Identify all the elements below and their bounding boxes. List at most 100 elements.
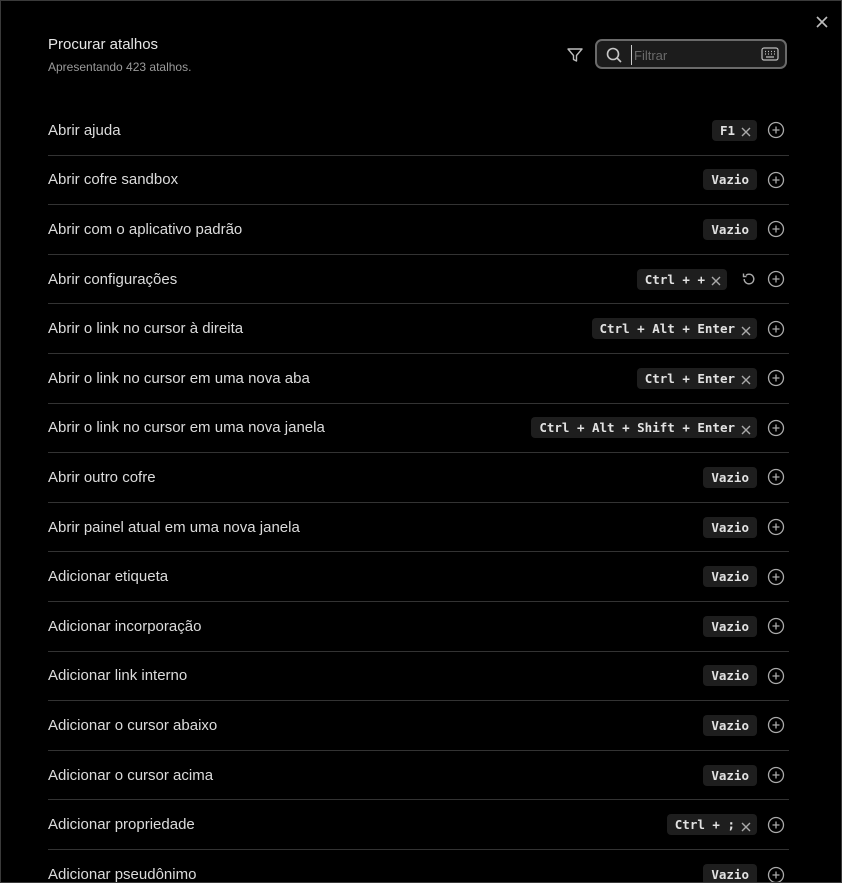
hotkey-badge: Ctrl + Enter [636,367,757,389]
add-hotkey-icon[interactable] [767,270,785,288]
hotkey-text: Vazio [711,618,749,634]
filter-icon[interactable] [565,45,585,65]
remove-hotkey-icon[interactable] [741,373,751,385]
hotkey-keys: F1 [711,119,757,141]
hotkey-keys: Vazio [703,169,757,191]
add-hotkey-icon[interactable] [767,716,785,734]
command-label: Adicionar link interno [48,667,188,685]
hotkey-row: Abrir configurações Ctrl + + [48,255,789,305]
add-hotkey-icon[interactable] [767,468,785,486]
command-label: Abrir ajuda [48,121,121,139]
command-label: Adicionar incorporação [48,617,202,635]
command-label: Abrir o link no cursor à direita [48,320,244,338]
hotkey-keys: Vazio [703,864,757,883]
command-label: Adicionar o cursor abaixo [48,716,218,734]
remove-hotkey-icon[interactable] [741,324,751,336]
search-input[interactable] [631,45,756,65]
hotkey-keys: Vazio [703,516,757,538]
hotkey-text: Vazio [711,717,749,733]
hotkey-empty-badge: Vazio [703,665,757,687]
hotkey-row: Adicionar pseudônimo Vazio [48,850,789,883]
command-label: Abrir com o aplicativo padrão [48,220,243,238]
hotkey-badge: Ctrl + Alt + Shift + Enter [531,417,757,439]
hotkey-keys: Ctrl + + [636,268,757,290]
search-box [595,39,787,69]
hotkey-list: Abrir ajuda F1 Abrir cofre sandbox Vazio Abr… [48,106,789,883]
remove-hotkey-icon[interactable] [741,423,751,435]
add-hotkey-icon[interactable] [767,369,785,387]
command-label: Abrir painel atual em uma nova janela [48,518,300,536]
add-hotkey-icon[interactable] [767,816,785,834]
add-hotkey-icon[interactable] [767,866,785,882]
hotkey-row: Adicionar o cursor abaixo Vazio [48,701,789,751]
add-hotkey-icon[interactable] [767,320,785,338]
hotkey-keys: Ctrl + Enter [636,367,757,389]
add-hotkey-icon[interactable] [767,568,785,586]
hotkey-keys: Vazio [703,466,757,488]
hotkey-text: Vazio [711,519,749,535]
keyboard-icon[interactable] [761,47,779,61]
hotkey-empty-badge: Vazio [703,466,757,488]
add-hotkey-icon[interactable] [767,121,785,139]
hotkey-keys: Vazio [703,218,757,240]
hotkey-row: Abrir ajuda F1 [48,106,789,156]
hotkey-text: Vazio [711,221,749,237]
hotkey-text: Vazio [711,569,749,585]
hotkey-empty-badge: Vazio [703,516,757,538]
hotkey-empty-badge: Vazio [703,566,757,588]
hotkeys-modal: Procurar atalhos Apresentando 423 atalho… [0,0,842,883]
hotkey-empty-badge: Vazio [703,864,757,883]
command-label: Abrir o link no cursor em uma nova aba [48,369,310,387]
add-hotkey-icon[interactable] [767,518,785,536]
hotkey-text: Vazio [711,767,749,783]
command-label: Adicionar pseudônimo [48,866,197,883]
hotkey-keys: Vazio [703,764,757,786]
hotkey-row: Abrir outro cofre Vazio [48,453,789,503]
remove-hotkey-icon[interactable] [741,125,751,137]
hotkey-empty-badge: Vazio [703,169,757,191]
reset-icon[interactable] [741,271,757,287]
add-hotkey-icon[interactable] [767,419,785,437]
hotkey-text: Vazio [711,668,749,684]
add-hotkey-icon[interactable] [767,617,785,635]
command-label: Abrir configurações [48,270,178,288]
close-icon[interactable] [813,13,831,31]
hotkey-count: Apresentando 423 atalhos. [48,60,192,74]
remove-hotkey-icon[interactable] [741,820,751,832]
hotkey-empty-badge: Vazio [703,714,757,736]
hotkey-badge: Ctrl + Alt + Enter [591,318,757,340]
hotkey-row: Adicionar propriedade Ctrl + ; [48,800,789,850]
hotkey-text: Ctrl + ; [674,817,735,833]
hotkey-text: Ctrl + Alt + Enter [599,321,735,337]
add-hotkey-icon[interactable] [767,766,785,784]
hotkey-row: Abrir cofre sandbox Vazio [48,156,789,206]
hotkey-row: Abrir o link no cursor em uma nova janel… [48,404,789,454]
hotkey-row: Adicionar incorporação Vazio [48,602,789,652]
header: Procurar atalhos Apresentando 423 atalho… [48,36,191,74]
hotkey-row: Abrir com o aplicativo padrão Vazio [48,205,789,255]
hotkey-keys: Vazio [703,665,757,687]
hotkey-row: Abrir o link no cursor em uma nova aba Ct… [48,354,789,404]
hotkey-keys: Ctrl + ; [666,814,757,836]
hotkey-empty-badge: Vazio [703,218,757,240]
hotkey-badge: F1 [711,119,757,141]
hotkey-text: Ctrl + + [644,271,705,287]
hotkey-keys: Ctrl + Alt + Enter [591,318,757,340]
hotkey-text: Vazio [711,172,749,188]
hotkey-text: Vazio [711,867,749,883]
hotkey-empty-badge: Vazio [703,615,757,637]
hotkey-row: Adicionar o cursor acima Vazio [48,751,789,801]
remove-hotkey-icon[interactable] [711,274,721,286]
hotkey-text: Ctrl + Alt + Shift + Enter [539,420,735,436]
add-hotkey-icon[interactable] [767,171,785,189]
hotkey-keys: Vazio [703,714,757,736]
command-label: Adicionar propriedade [48,816,195,834]
hotkey-empty-badge: Vazio [703,764,757,786]
command-label: Adicionar o cursor acima [48,766,214,784]
hotkey-row: Adicionar link interno Vazio [48,652,789,702]
hotkey-keys: Vazio [703,566,757,588]
add-hotkey-icon[interactable] [767,667,785,685]
add-hotkey-icon[interactable] [767,220,785,238]
page-title: Procurar atalhos [48,36,159,53]
command-label: Adicionar etiqueta [48,568,169,586]
